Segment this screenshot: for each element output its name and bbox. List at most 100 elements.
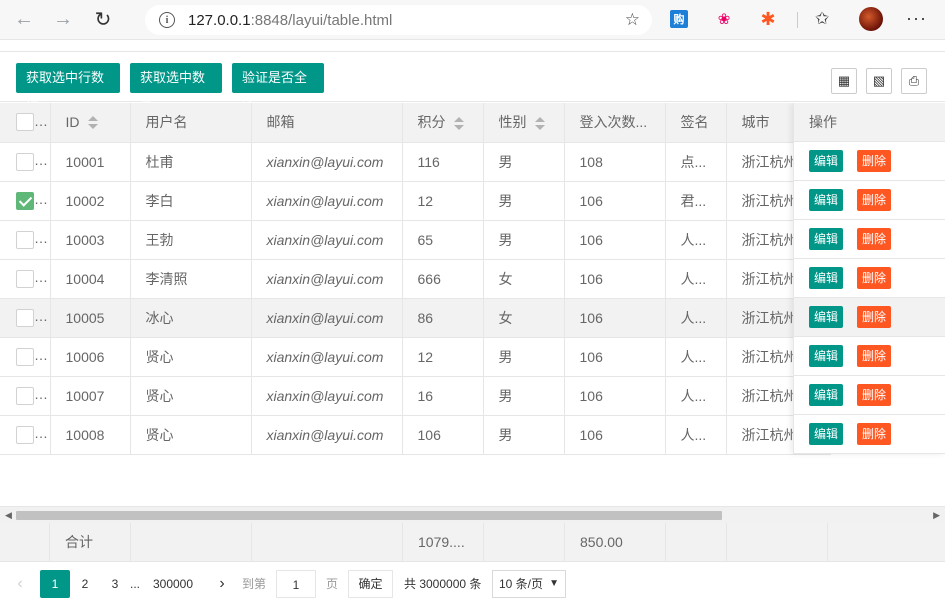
edit-button[interactable]: 编辑	[809, 150, 844, 172]
select-all-checkbox-cell[interactable]	[0, 103, 51, 143]
table-row[interactable]: 10004 李清照 xianxin@layui.com 666 女 106 人... 浙江杭州	[0, 259, 831, 299]
total-logins: 850.00	[580, 534, 623, 550]
operations-cell: 编辑 删除	[794, 337, 945, 376]
header-email: 邮箱	[251, 103, 403, 143]
table-row[interactable]: 10001 杜甫 xianxin@layui.com 116 男 108 点... 浙江杭州	[0, 142, 831, 182]
table-row[interactable]: 10003 王勃 xianxin@layui.com 65 男 106 人... 浙江杭州	[0, 220, 831, 260]
row-checkbox-cell[interactable]	[0, 337, 51, 377]
favorites-icon[interactable]: ✩	[815, 9, 829, 29]
cell-score: 106	[402, 415, 484, 455]
delete-button[interactable]: 删除	[857, 384, 892, 406]
page-size-select[interactable]: 10 条/页 ▼	[492, 570, 566, 598]
export-icon[interactable]: ▧	[866, 68, 892, 94]
goto-confirm-button[interactable]: 确定	[348, 570, 393, 598]
scrollbar-thumb[interactable]	[16, 511, 722, 520]
cell-logins: 106	[564, 259, 666, 299]
row-checkbox-cell[interactable]	[0, 415, 51, 455]
row-checkbox-cell[interactable]	[0, 220, 51, 260]
page-2[interactable]: 2	[75, 570, 95, 598]
cell-sign: 人...	[665, 298, 727, 338]
cell-email: xianxin@layui.com	[251, 259, 403, 299]
delete-button[interactable]: 删除	[857, 189, 892, 211]
row-checkbox[interactable]	[16, 425, 34, 444]
cell-sign: 人...	[665, 259, 727, 299]
extension-shopping-icon[interactable]: 购	[670, 10, 688, 28]
cell-email: xianxin@layui.com	[251, 337, 403, 377]
more-menu-icon[interactable]: ···	[906, 8, 927, 29]
print-icon[interactable]: ⎙	[901, 68, 927, 94]
site-info-icon[interactable]: i	[159, 12, 175, 28]
edit-button[interactable]: 编辑	[809, 189, 844, 211]
back-icon[interactable]: ←	[9, 5, 39, 35]
sort-icon[interactable]	[87, 116, 98, 130]
delete-button[interactable]: 删除	[857, 267, 892, 289]
sort-icon[interactable]	[453, 116, 464, 131]
cell-sex: 女	[483, 298, 565, 338]
edit-button[interactable]: 编辑	[809, 306, 844, 328]
edit-button[interactable]: 编辑	[809, 267, 844, 289]
page-1[interactable]: 1	[40, 570, 70, 598]
row-checkbox-cell[interactable]	[0, 259, 51, 299]
row-checkbox-cell[interactable]	[0, 142, 51, 182]
goto-page-input[interactable]: 1	[276, 570, 316, 598]
cell-username: 杜甫	[130, 142, 252, 182]
cell-sex: 男	[483, 337, 565, 377]
page-last[interactable]: 300000	[150, 570, 196, 598]
edit-button[interactable]: 编辑	[809, 384, 844, 406]
get-selected-count-button[interactable]: 获取选中数目	[130, 63, 222, 115]
table-row[interactable]: 10006 贤心 xianxin@layui.com 12 男 106 人... 浙江杭州	[0, 337, 831, 377]
row-checkbox-cell[interactable]	[0, 298, 51, 338]
edit-button[interactable]: 编辑	[809, 228, 844, 250]
get-selected-rows-button[interactable]: 获取选中行数据	[16, 63, 120, 115]
reload-icon[interactable]: ↻	[88, 5, 118, 35]
cell-username: 李白	[130, 181, 252, 221]
cell-id: 10003	[50, 220, 131, 260]
table-row[interactable]: 10002 李白 xianxin@layui.com 12 男 106 君... 浙江杭州	[0, 181, 831, 221]
extension-star-icon[interactable]: ✱	[759, 9, 777, 29]
columns-filter-icon[interactable]: ▦	[831, 68, 857, 94]
cell-score: 16	[402, 376, 484, 416]
row-checkbox[interactable]	[16, 230, 34, 249]
cell-id: 10004	[50, 259, 131, 299]
row-checkbox[interactable]	[16, 347, 34, 366]
page-3[interactable]: 3	[105, 570, 125, 598]
edit-button[interactable]: 编辑	[809, 423, 844, 445]
profile-avatar[interactable]	[859, 7, 883, 31]
cell-logins: 106	[564, 337, 666, 377]
row-checkbox[interactable]	[16, 191, 34, 210]
scroll-right-icon[interactable]: ▶	[933, 510, 940, 521]
header-score[interactable]: 积分	[402, 103, 484, 143]
header-sex[interactable]: 性别	[483, 103, 565, 143]
operations-cell: 编辑 删除	[794, 220, 945, 259]
row-checkbox[interactable]	[16, 308, 34, 327]
header-id[interactable]: ID	[50, 103, 131, 143]
cell-score: 666	[402, 259, 484, 299]
row-checkbox[interactable]	[16, 152, 34, 171]
horizontal-scrollbar[interactable]: ◀ ▶	[0, 506, 945, 523]
scroll-left-icon[interactable]: ◀	[5, 510, 12, 521]
delete-button[interactable]: 删除	[857, 150, 892, 172]
select-all-checkbox[interactable]	[16, 113, 34, 132]
next-page-icon[interactable]: ›	[212, 570, 232, 598]
delete-button[interactable]: 删除	[857, 423, 892, 445]
cell-id: 10002	[50, 181, 131, 221]
toolbar-divider	[797, 12, 798, 28]
row-checkbox-cell[interactable]	[0, 376, 51, 416]
forward-icon[interactable]: →	[48, 5, 78, 35]
row-checkbox-cell[interactable]	[0, 181, 51, 221]
delete-button[interactable]: 删除	[857, 228, 892, 250]
table-row[interactable]: 10008 贤心 xianxin@layui.com 106 男 106 人... 浙江杭州	[0, 415, 831, 455]
table-row[interactable]: 10005 冰心 xianxin@layui.com 86 女 106 人... 浙江杭州	[0, 298, 831, 338]
check-all-selected-button[interactable]: 验证是否全选	[232, 63, 324, 115]
delete-button[interactable]: 删除	[857, 345, 892, 367]
row-checkbox[interactable]	[16, 269, 34, 288]
address-bar[interactable]: i 127.0.0.1:8848/layui/table.html ☆	[145, 5, 652, 35]
row-checkbox[interactable]	[16, 386, 34, 405]
delete-button[interactable]: 删除	[857, 306, 892, 328]
sort-icon[interactable]	[534, 116, 545, 131]
extension-pink-icon[interactable]: ❀	[715, 10, 733, 28]
prev-page-icon[interactable]: ‹	[10, 570, 30, 598]
table-row[interactable]: 10007 贤心 xianxin@layui.com 16 男 106 人... 浙江杭州	[0, 376, 831, 416]
edit-button[interactable]: 编辑	[809, 345, 844, 367]
bookmark-star-icon[interactable]: ☆	[625, 10, 640, 30]
